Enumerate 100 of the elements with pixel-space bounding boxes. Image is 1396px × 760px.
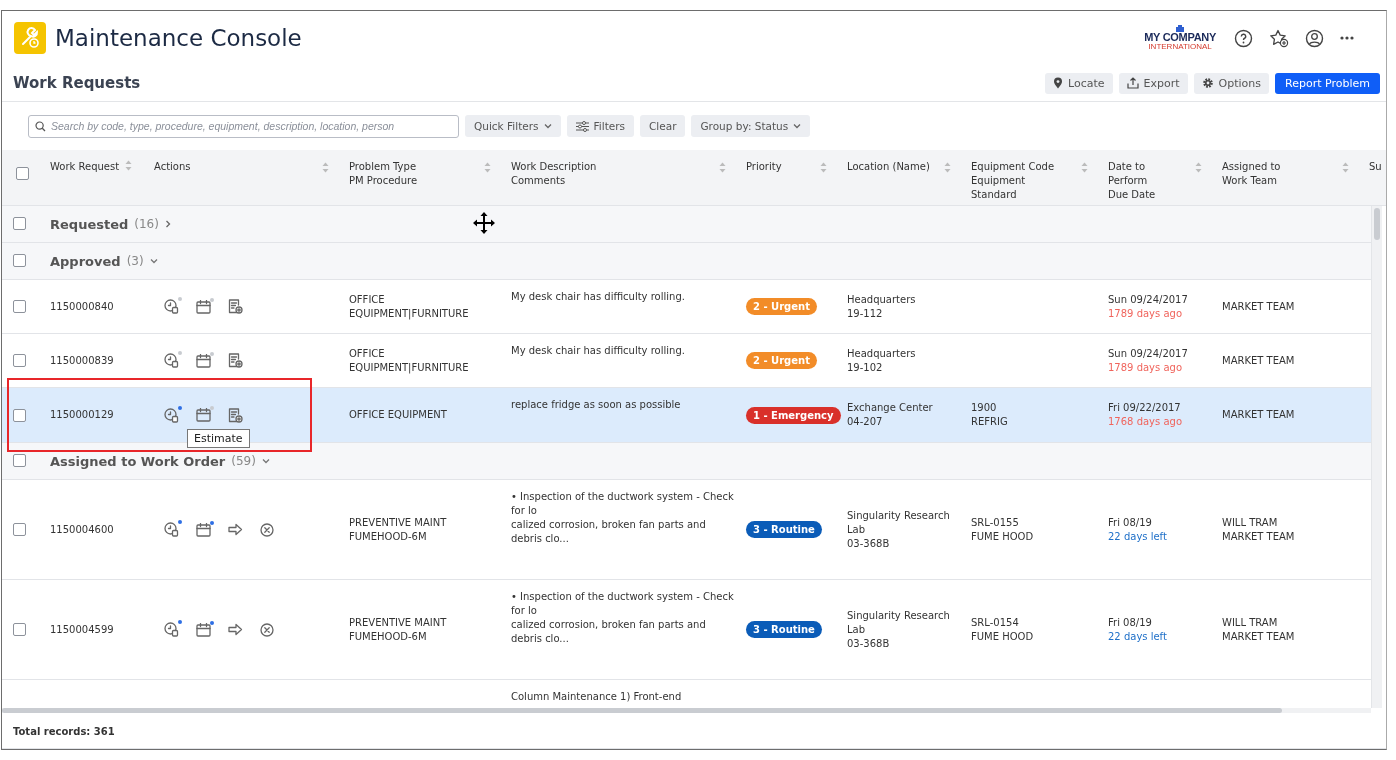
- total-records: Total records: 361: [13, 725, 115, 737]
- checkbox[interactable]: [13, 216, 26, 230]
- column-header[interactable]: Problem Type PM Procedure: [349, 160, 418, 188]
- sliders-icon: [575, 120, 589, 132]
- filter-button[interactable]: Quick Filters: [465, 115, 561, 137]
- group-count: (3): [126, 254, 144, 268]
- work-request-id[interactable]: 1150000840: [50, 299, 114, 314]
- search-icon: [35, 120, 46, 132]
- group-header[interactable]: Approved (3): [2, 243, 1371, 280]
- checkbox[interactable]: [13, 300, 26, 313]
- chevron-down-icon: [543, 123, 552, 129]
- star-plus-icon[interactable]: [1269, 28, 1289, 48]
- work-description: My desk chair has difficulty rolling.: [511, 290, 685, 304]
- checkbox[interactable]: [13, 408, 26, 422]
- perform-date: Sun 09/24/2017: [1108, 292, 1188, 307]
- upload-icon: [1126, 77, 1139, 89]
- assigned-team: WILL TRAM MARKET TEAM: [1222, 615, 1295, 644]
- work-request-id[interactable]: 1150000839: [50, 353, 114, 368]
- work-description: • Inspection of the ductwork system - Check for lo calized corrosion, broken fan parts and debris clo...: [511, 590, 734, 646]
- more-icon[interactable]: [1340, 36, 1354, 40]
- column-header[interactable]: Location (Name): [847, 160, 930, 174]
- page-title: Work Requests: [13, 74, 141, 92]
- document-plus-icon[interactable]: [228, 299, 243, 314]
- equipment-code: SRL-0155 FUME HOOD: [971, 515, 1034, 544]
- arrow-right-icon[interactable]: [228, 523, 243, 536]
- column-header[interactable]: Work Request: [50, 160, 120, 174]
- document-plus-icon[interactable]: [228, 407, 243, 423]
- company-tagline: INTERNATIONAL: [1148, 43, 1212, 51]
- tooltip: Estimate: [187, 429, 250, 448]
- checkbox[interactable]: [13, 523, 26, 536]
- due-status: 22 days left: [1108, 529, 1167, 544]
- column-header[interactable]: Equipment Code Equipment Standard: [971, 160, 1055, 202]
- location-pin-icon: [1053, 77, 1064, 89]
- document-plus-icon[interactable]: [228, 353, 243, 368]
- work-description: Column Maintenance 1) Front-end: [511, 690, 682, 704]
- calendar-icon[interactable]: [196, 299, 211, 314]
- move-cursor-icon: [473, 212, 495, 234]
- gear-icon: [1201, 77, 1214, 89]
- equipment-code: SRL-0154 FUME HOOD: [971, 615, 1034, 644]
- checkbox[interactable]: [13, 623, 26, 636]
- chevron-down-icon: [793, 123, 802, 129]
- equipment-code: 1900 REFRIG: [971, 401, 1008, 429]
- checkbox[interactable]: [13, 253, 26, 267]
- coin-clock-icon[interactable]: [164, 299, 179, 314]
- calendar-icon[interactable]: [196, 522, 211, 537]
- filter-button[interactable]: Filters: [566, 115, 634, 137]
- group-count: (16): [134, 217, 159, 231]
- problem-type: OFFICE EQUIPMENT|FURNITURE: [349, 292, 469, 321]
- location-name: Singularity Research Lab 03-368B: [847, 608, 950, 651]
- coin-clock-icon[interactable]: [164, 622, 179, 637]
- search-field[interactable]: Search by code, type, procedure, equipment, description, location, person: [28, 114, 459, 138]
- priority-tag: 2 - Urgent: [746, 352, 817, 369]
- column-header[interactable]: Assigned to Work Team: [1222, 160, 1281, 188]
- problem-type: PREVENTIVE MAINT FUMEHOOD-6M: [349, 615, 447, 644]
- location-name: Exchange Center 04-207: [847, 401, 933, 429]
- work-description: • Inspection of the ductwork system - Check for lo calized corrosion, broken fan parts and debris clo...: [511, 490, 734, 546]
- assigned-team: MARKET TEAM: [1222, 408, 1295, 422]
- coin-clock-icon[interactable]: [164, 353, 179, 368]
- calendar-icon[interactable]: [196, 622, 211, 637]
- column-header[interactable]: Su: [1369, 160, 1382, 174]
- toolbar-button[interactable]: Locate: [1045, 72, 1113, 94]
- user-icon[interactable]: [1305, 28, 1324, 48]
- column-header[interactable]: Date to Perform Due Date: [1108, 160, 1156, 202]
- checkbox[interactable]: [13, 453, 26, 467]
- report-problem-button[interactable]: Report Problem: [1275, 72, 1380, 94]
- cancel-icon[interactable]: [260, 522, 274, 537]
- work-request-id[interactable]: 1150004600: [50, 522, 114, 537]
- perform-date: Fri 09/22/2017: [1108, 401, 1182, 415]
- cancel-icon[interactable]: [260, 622, 274, 637]
- filter-button[interactable]: Group by: Status: [691, 115, 811, 137]
- work-description: My desk chair has difficulty rolling.: [511, 344, 685, 358]
- priority-tag: 3 - Routine: [746, 621, 822, 638]
- filter-button[interactable]: Clear: [640, 115, 686, 137]
- arrow-right-icon[interactable]: [228, 623, 243, 636]
- vertical-scrollbar[interactable]: [1371, 206, 1382, 708]
- column-header[interactable]: Work Description Comments: [511, 160, 597, 188]
- location-name: Singularity Research Lab 03-368B: [847, 508, 950, 551]
- group-header[interactable]: Assigned to Work Order (59): [2, 443, 1371, 480]
- group-count: (59): [231, 454, 256, 468]
- checkbox[interactable]: [13, 354, 26, 367]
- column-header[interactable]: Priority: [746, 160, 782, 174]
- due-status: 1789 days ago: [1108, 306, 1183, 321]
- toolbar-button[interactable]: Export: [1118, 72, 1188, 94]
- work-request-id[interactable]: 1150000129: [50, 408, 114, 422]
- building-icon: [1176, 25, 1185, 32]
- assigned-team: MARKET TEAM: [1222, 299, 1295, 314]
- assigned-team: WILL TRAM MARKET TEAM: [1222, 515, 1295, 544]
- coin-clock-icon[interactable]: [164, 407, 179, 423]
- work-request-id[interactable]: 1150004599: [50, 622, 114, 637]
- due-status: 22 days left: [1108, 629, 1167, 644]
- group-header[interactable]: Requested (16): [2, 206, 1371, 243]
- app-title: Maintenance Console: [55, 25, 302, 51]
- coin-clock-icon[interactable]: [164, 522, 179, 537]
- horizontal-scrollbar[interactable]: [2, 708, 1371, 713]
- checkbox[interactable]: [15, 167, 29, 180]
- calendar-icon[interactable]: [196, 353, 211, 368]
- toolbar-button[interactable]: Options: [1193, 72, 1270, 94]
- column-header[interactable]: Actions: [154, 160, 191, 174]
- calendar-icon[interactable]: [196, 408, 211, 422]
- help-icon[interactable]: [1234, 28, 1253, 48]
